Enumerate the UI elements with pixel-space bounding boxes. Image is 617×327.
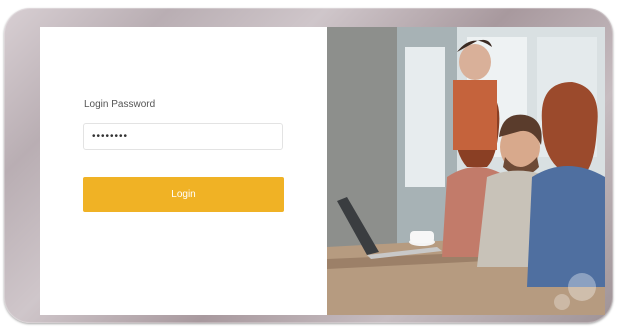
login-button[interactable]: Login — [83, 177, 284, 212]
team-working-photo — [327, 27, 605, 315]
password-input[interactable] — [83, 123, 283, 150]
password-label: Login Password — [84, 99, 156, 110]
login-screen: Login Password Login — [40, 27, 605, 315]
team-photo-illustration — [327, 27, 605, 315]
login-panel: Login Password Login — [40, 27, 327, 315]
